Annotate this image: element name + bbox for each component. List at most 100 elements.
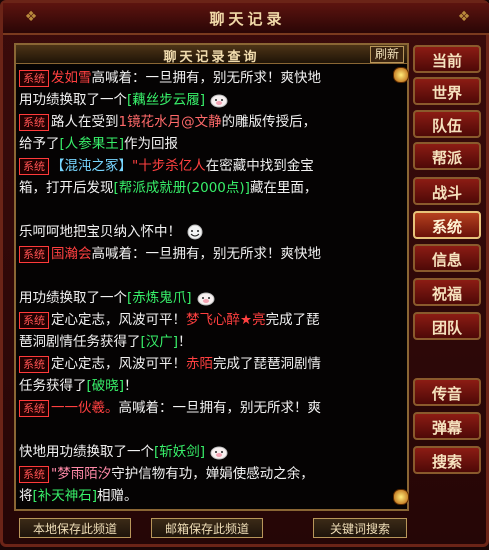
- message-text: 高喊着：一旦拥有，别无所求！爽快地: [91, 246, 322, 262]
- player-name[interactable]: 发如雪: [51, 70, 92, 86]
- chat-line: 系统 一一伙羲。高喊着：一旦拥有，别无所求！爽: [19, 397, 397, 419]
- keyword-search-button[interactable]: 关键词搜索: [313, 518, 407, 538]
- chat-line: 系统 【混沌之冢】"十步杀亿人在密藏中找到金宝: [19, 155, 397, 177]
- chat-history-window: ❖ 聊天记录 ❖ 聊天记录查询 刷新 系统 发如雪高喊着：一旦拥有，别无所求！爽快…: [0, 0, 489, 547]
- message-text: 完成了琵: [265, 312, 320, 328]
- panel-header: 聊天记录查询 刷新: [16, 45, 407, 65]
- message-text: 藏在里面，: [249, 180, 318, 196]
- chat-line: 琶洞剧情任务获得了[汉广]！: [19, 331, 397, 353]
- pig-emoticon-icon: [210, 446, 228, 460]
- player-name[interactable]: "梦雨陌汐: [51, 466, 111, 482]
- channel-tab-3[interactable]: 队伍: [413, 110, 481, 138]
- message-text: ！: [178, 334, 192, 350]
- player-name[interactable]: 一一伙羲。: [51, 400, 119, 416]
- channel-tab-8[interactable]: 祝福: [413, 278, 481, 306]
- system-channel-tag: 系统: [19, 399, 49, 417]
- message-text: 琶洞剧情任务获得了: [19, 334, 141, 350]
- channel-tab-11[interactable]: 弹幕: [413, 412, 481, 440]
- item-link[interactable]: [补天神石]: [33, 488, 98, 504]
- message-text: 守护信物有功，婵娟使感动之余，: [111, 466, 314, 482]
- chat-line: [19, 419, 397, 441]
- item-link[interactable]: [帮派成就册(2000点)]: [114, 180, 250, 196]
- chat-line: 系统 国瀚会高喊着：一旦拥有，别无所求！爽快地: [19, 243, 397, 265]
- message-text: 相赠。: [97, 488, 138, 504]
- system-channel-tag: 系统: [19, 157, 49, 175]
- player-name[interactable]: "十步杀亿人: [132, 158, 206, 174]
- right-ornament-icon: ❖: [457, 9, 471, 25]
- grin-emoticon-icon: [187, 224, 203, 240]
- scroll-up-icon[interactable]: [393, 67, 409, 83]
- channel-tab-7[interactable]: 信息: [413, 244, 481, 272]
- channel-tab-5[interactable]: 战斗: [413, 177, 481, 205]
- item-link[interactable]: [赤炼鬼爪]: [127, 290, 192, 306]
- item-link[interactable]: [破晓]: [87, 378, 125, 394]
- channel-tab-6[interactable]: 系统: [413, 211, 481, 239]
- window-title: 聊天记录: [209, 10, 286, 28]
- message-text: ！: [124, 378, 138, 394]
- chat-line: 箱，打开后发现[帮派成就册(2000点)]藏在里面，: [19, 177, 397, 199]
- chat-line: 给予了[人参果王]作为回报: [19, 133, 397, 155]
- channel-tab-2[interactable]: 世界: [413, 77, 481, 105]
- message-text: 快地用功绩换取了一个: [19, 444, 154, 460]
- message-text: 将: [19, 488, 33, 504]
- system-channel-tag: 系统: [19, 245, 49, 263]
- chat-line: 系统 路人在受到1镜花水月@文静的雕版传授后，: [19, 111, 397, 133]
- message-text: 完成了琵琶洞剧情: [213, 356, 321, 372]
- message-text: 的雕版传授后，: [221, 114, 317, 130]
- chat-line: 快地用功绩换取了一个[斩妖剑]: [19, 441, 397, 463]
- chat-line: [19, 265, 397, 287]
- message-text: 作为回报: [124, 136, 179, 152]
- message-text: 用功绩换取了一个: [19, 92, 127, 108]
- system-channel-tag: 系统: [19, 311, 49, 329]
- message-text: 高喊着：一旦拥有，别无所求！爽: [118, 400, 322, 416]
- message-text: 乐呵呵地把宝贝纳入怀中！: [19, 224, 181, 240]
- message-text: 给予了: [19, 136, 60, 152]
- message-text: 路人在受到: [51, 114, 119, 130]
- chat-line: 系统 发如雪高喊着：一旦拥有，别无所求！爽快地: [19, 67, 397, 89]
- scroll-down-icon[interactable]: [393, 489, 409, 505]
- chat-log-list[interactable]: 系统 发如雪高喊着：一旦拥有，别无所求！爽快地 用功绩换取了一个[藕丝步云履] 系统路…: [19, 67, 399, 507]
- save-local-button[interactable]: 本地保存此频道: [19, 518, 131, 538]
- pig-emoticon-icon: [210, 94, 228, 108]
- chat-line: 用功绩换取了一个[藕丝步云履]: [19, 89, 397, 111]
- system-channel-tag: 系统: [19, 355, 49, 373]
- chat-line: 将[补天神石]相赠。: [19, 485, 397, 507]
- player-name[interactable]: 赤陌: [186, 356, 213, 372]
- system-channel-tag: 系统: [19, 465, 49, 483]
- message-text: 高喊着：一旦拥有，别无所求！爽快地: [91, 70, 322, 86]
- chat-line: 系统 "梦雨陌汐守护信物有功，婵娟使感动之余，: [19, 463, 397, 485]
- title-bar[interactable]: ❖ 聊天记录 ❖: [3, 3, 489, 35]
- chat-line: 乐呵呵地把宝贝纳入怀中！: [19, 221, 397, 243]
- chat-line: [19, 199, 397, 221]
- item-link[interactable]: [汉广]: [141, 334, 179, 350]
- system-channel-tag: 系统: [19, 113, 49, 131]
- chat-line: 用功绩换取了一个[赤炼鬼爪]: [19, 287, 397, 309]
- panel-title: 聊天记录查询: [163, 50, 260, 65]
- bottom-toolbar: 本地保存此频道 邮箱保存此频道 关键词搜索: [3, 512, 489, 550]
- player-name[interactable]: 【混沌之冢】: [51, 158, 132, 174]
- message-text: 任务获得了: [19, 378, 87, 394]
- message-text: 在密藏中找到金宝: [205, 158, 314, 174]
- channel-tab-9[interactable]: 团队: [413, 312, 481, 340]
- channel-tab-4[interactable]: 帮派: [413, 142, 481, 170]
- channel-tab-1[interactable]: 当前: [413, 45, 481, 73]
- message-text: 定心定志，风波可平！: [51, 356, 186, 372]
- refresh-button[interactable]: 刷新: [369, 46, 404, 63]
- player-name[interactable]: 国瀚会: [51, 246, 92, 262]
- player-name[interactable]: 1镜花水月@文静: [119, 114, 222, 130]
- item-link[interactable]: [斩妖剑]: [154, 444, 205, 460]
- player-name[interactable]: 梦飞心醉★亮: [186, 312, 266, 328]
- item-link[interactable]: [藕丝步云履]: [127, 92, 205, 108]
- chat-log-panel: 聊天记录查询 刷新 系统 发如雪高喊着：一旦拥有，别无所求！爽快地 用功绩换取了一个…: [14, 43, 409, 511]
- channel-tab-10[interactable]: 传音: [413, 378, 481, 406]
- chat-line: 任务获得了[破晓]！: [19, 375, 397, 397]
- chat-line: 系统 定心定志，风波可平！赤陌完成了琵琶洞剧情: [19, 353, 397, 375]
- message-text: 箱，打开后发现: [19, 180, 114, 196]
- save-mail-button[interactable]: 邮箱保存此频道: [151, 518, 263, 538]
- item-link[interactable]: [人参果王]: [60, 136, 125, 152]
- channel-tab-12[interactable]: 搜索: [413, 446, 481, 474]
- chat-line: 系统 定心定志，风波可平！梦飞心醉★亮完成了琵: [19, 309, 397, 331]
- message-text: 用功绩换取了一个: [19, 290, 127, 306]
- pig-emoticon-icon: [197, 292, 215, 306]
- system-channel-tag: 系统: [19, 69, 49, 87]
